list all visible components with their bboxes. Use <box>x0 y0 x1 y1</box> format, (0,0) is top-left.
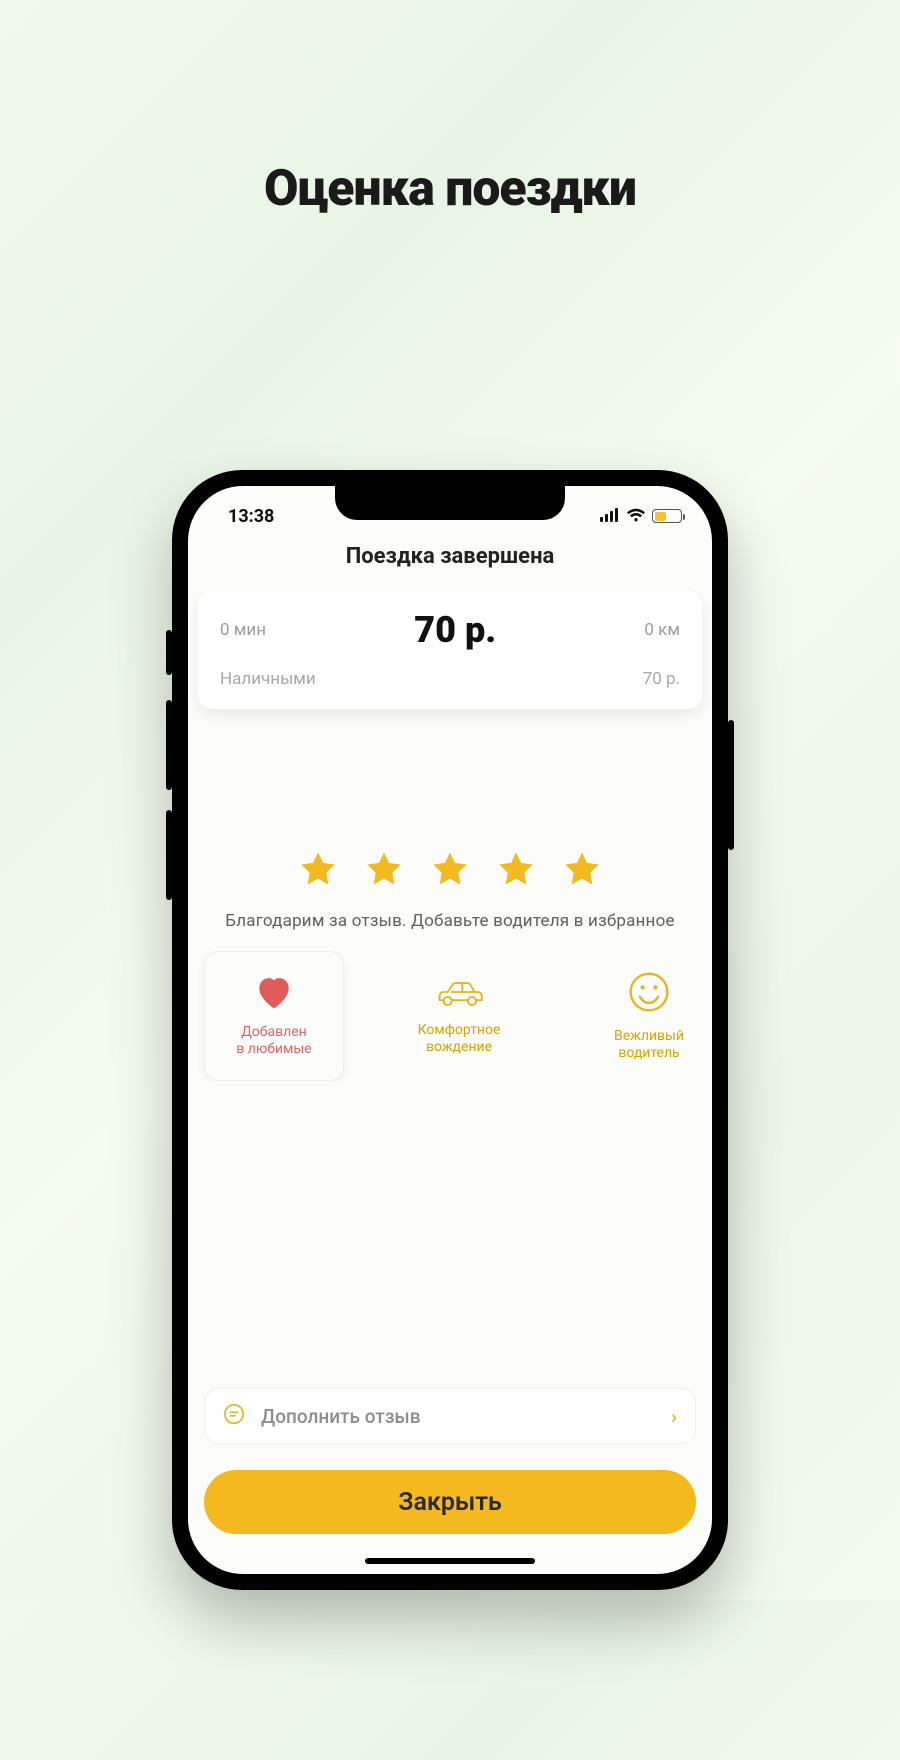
star-icon[interactable] <box>298 849 338 889</box>
trip-distance: 0 км <box>644 620 680 640</box>
trip-price: 70 р. <box>414 609 496 651</box>
battery-icon <box>652 509 682 523</box>
phone-side-button <box>166 810 172 900</box>
thanks-text: Благодарим за отзыв. Добавьте водителя в… <box>198 911 702 931</box>
star-rating[interactable] <box>198 849 702 889</box>
add-review-input[interactable]: Дополнить отзыв › <box>204 1388 696 1444</box>
heart-icon <box>254 974 294 1014</box>
option-label: Вежливый <box>614 1028 684 1044</box>
close-button-label: Закрыть <box>398 1488 502 1517</box>
phone-side-button <box>166 700 172 790</box>
option-comfort-driving[interactable]: Комфортное вождение <box>384 951 534 1081</box>
star-icon[interactable] <box>562 849 602 889</box>
page-title: Оценка поездки <box>0 160 900 218</box>
option-label: водитель <box>618 1045 679 1061</box>
home-indicator[interactable] <box>365 1558 535 1564</box>
feedback-options-row[interactable]: Добавлен в любимые Комфортн <box>198 951 702 1081</box>
option-polite-driver[interactable]: Вежливый водитель <box>574 951 702 1081</box>
smile-icon <box>627 970 671 1018</box>
payment-amount: 70 р. <box>643 669 680 689</box>
rating-section: Благодарим за отзыв. Добавьте водителя в… <box>188 849 712 1081</box>
trip-duration: 0 мин <box>220 620 266 640</box>
option-favorite[interactable]: Добавлен в любимые <box>204 951 344 1081</box>
phone-side-button <box>166 630 172 675</box>
trip-summary-card: 0 мин 70 р. 0 км Наличными 70 р. <box>198 591 702 709</box>
phone-screen: 13:38 Поездка завершена 0 мин 70 р. 0 км… <box>188 486 712 1574</box>
option-label: вождение <box>426 1039 492 1055</box>
phone-notch <box>335 486 565 520</box>
option-label: Комфортное <box>418 1022 501 1038</box>
status-time: 13:38 <box>228 506 274 527</box>
phone-frame: 13:38 Поездка завершена 0 мин 70 р. 0 км… <box>172 470 728 1590</box>
signal-icon <box>600 506 620 527</box>
payment-method: Наличными <box>220 669 316 689</box>
add-review-placeholder: Дополнить отзыв <box>261 1405 655 1428</box>
star-icon[interactable] <box>430 849 470 889</box>
option-label: в любимые <box>236 1041 311 1057</box>
star-icon[interactable] <box>496 849 536 889</box>
screen-title: Поездка завершена <box>188 544 712 569</box>
close-button[interactable]: Закрыть <box>204 1470 696 1534</box>
chat-icon <box>223 1403 245 1430</box>
chevron-right-icon: › <box>671 1405 677 1428</box>
wifi-icon <box>626 506 646 527</box>
option-label: Добавлен <box>241 1024 306 1040</box>
phone-side-button <box>728 720 734 850</box>
star-icon[interactable] <box>364 849 404 889</box>
car-icon <box>433 976 485 1012</box>
